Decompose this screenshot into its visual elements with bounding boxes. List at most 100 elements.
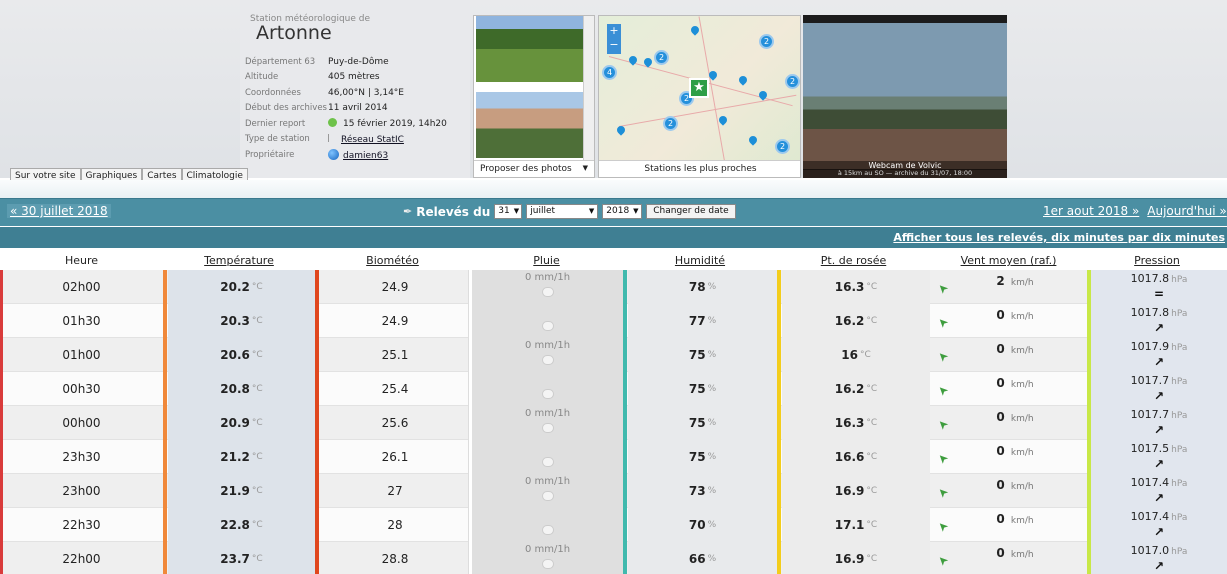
info-row-proprietaire: Propriétaire damien63: [245, 147, 447, 163]
cell-point-de-rosee: 16 °C: [782, 338, 930, 372]
owner-value: damien63: [343, 150, 389, 161]
dew-value: 16.3: [834, 280, 865, 294]
station-name: Artonne: [256, 22, 332, 44]
map-cluster[interactable]: 2: [775, 139, 790, 154]
cell-heure: 00h00: [62, 416, 101, 430]
press-value: 1017.8: [1130, 306, 1170, 319]
column-header-temperature[interactable]: Température: [163, 254, 315, 267]
hum-value: 75: [688, 450, 706, 464]
bio-color-bar: [315, 508, 319, 542]
wind-direction-icon: ➤: [934, 382, 952, 400]
press-unit: hPa: [1171, 513, 1188, 523]
station-header: Station météorologique de Artonne Départ…: [0, 0, 1227, 184]
month-select[interactable]: juillet ▼: [526, 204, 599, 219]
hum-color-bar: [623, 372, 627, 406]
column-header-biometeo[interactable]: Biométéo: [315, 254, 470, 267]
map-pin-icon[interactable]: [747, 134, 759, 146]
day-select[interactable]: 31 ▼: [494, 204, 523, 219]
column-header-pression[interactable]: Pression: [1087, 254, 1227, 267]
zoom-out-icon[interactable]: −: [609, 38, 618, 51]
column-header-point-de-rosee[interactable]: Pt. de rosée: [777, 254, 930, 267]
cell-biometeo: 26.1: [381, 450, 409, 464]
dew-color-bar: [777, 338, 781, 372]
show-all-records-link[interactable]: Afficher tous les relevés, dix minutes p…: [893, 231, 1225, 244]
column-header-humidite[interactable]: Humidité: [623, 254, 777, 267]
show-all-bar: Afficher tous les relevés, dix minutes p…: [0, 227, 1227, 248]
wind-value: 0: [996, 512, 1005, 526]
map-pin-icon[interactable]: [717, 114, 729, 126]
temp-color-bar: [163, 474, 167, 508]
cell-point-de-rosee: 17.1 °C: [782, 508, 930, 542]
station-photo[interactable]: [476, 92, 583, 158]
hum-value: 75: [688, 382, 706, 396]
zoom-in-icon[interactable]: +: [609, 24, 618, 37]
rain-amount: 0: [524, 476, 532, 487]
map-zoom-control[interactable]: + −: [607, 24, 621, 54]
cell-humidite: 75%: [628, 440, 777, 474]
map-pin-icon[interactable]: [737, 74, 749, 86]
wind-unit: km/h: [1010, 550, 1034, 560]
info-row-altitude: Altitude 405 mètres: [245, 70, 447, 86]
nearby-stations-map[interactable]: + − 2 2 4 2 2 2 2 ★ Stations les plus pro…: [598, 15, 801, 178]
info-label: Propriétaire: [245, 149, 295, 160]
bio-color-bar: [315, 338, 319, 372]
map-pin-icon[interactable]: [615, 124, 627, 136]
cell-temperature: 20.2 °C: [168, 270, 315, 304]
pencil-icon: ✒: [403, 205, 413, 218]
temp-value: 20.6: [220, 348, 250, 362]
column-header-heure: Heure: [64, 254, 99, 267]
dew-color-bar: [777, 406, 781, 440]
map-cluster[interactable]: 2: [759, 34, 774, 49]
owner-link[interactable]: damien63: [328, 148, 389, 161]
online-status-icon: [328, 118, 337, 128]
info-label: Département 63: [245, 56, 316, 67]
dew-color-bar: [777, 440, 781, 474]
today-link[interactable]: Aujourd'hui »: [1147, 204, 1226, 218]
hum-color-bar: [623, 542, 627, 574]
map-pin-icon[interactable]: [689, 24, 701, 36]
hum-value: 73: [688, 484, 706, 498]
wind-value: 2: [996, 274, 1005, 288]
cell-vent: 0 km/h: [965, 444, 1065, 458]
hum-value: 66: [688, 552, 706, 566]
map-cluster[interactable]: 2: [785, 74, 800, 89]
hum-unit: %: [707, 384, 717, 394]
press-value: 1017.4: [1130, 510, 1170, 523]
chevron-down-icon: ▼: [588, 207, 595, 215]
rain-gauge-icon: [542, 287, 554, 297]
wind-direction-icon: ➤: [934, 348, 952, 366]
change-date-button[interactable]: Changer de date: [646, 204, 736, 219]
propose-photos-select[interactable]: Proposer des photos ▼: [474, 160, 594, 177]
year-select[interactable]: 2018 ▼: [602, 204, 643, 219]
rain-gauge-icon: [542, 457, 554, 467]
cell-vent: 0 km/h: [965, 478, 1065, 492]
map-cluster[interactable]: 2: [654, 50, 669, 65]
pressure-trend-icon: ↗: [1153, 491, 1165, 505]
cell-temperature: 22.8 °C: [168, 508, 315, 542]
station-photo[interactable]: [476, 16, 583, 82]
rain-gauge-icon: [542, 559, 554, 569]
cell-biometeo: 28: [387, 518, 403, 532]
wind-value: 0: [996, 410, 1005, 424]
month-value: juillet: [530, 206, 556, 216]
wind-unit: km/h: [1010, 312, 1034, 322]
next-day-link[interactable]: 1er aout 2018 »: [1043, 204, 1139, 218]
dew-unit: °C: [866, 486, 878, 496]
photos-scrollbar[interactable]: [583, 16, 594, 164]
column-header-vent[interactable]: Vent moyen (raf.): [930, 254, 1087, 267]
globe-icon: [328, 148, 339, 160]
hum-color-bar: [623, 270, 627, 304]
dew-value: 17.1: [834, 518, 865, 532]
dew-color-bar: [777, 270, 781, 304]
webcam-image[interactable]: Webcam de Volvic à 15km au SO — archive …: [803, 15, 1007, 178]
current-station-star-icon[interactable]: ★: [689, 78, 709, 98]
cell-heure: 02h00: [62, 280, 101, 294]
bio-color-bar: [315, 406, 319, 440]
column-header-pluie[interactable]: Pluie: [470, 254, 623, 267]
previous-day-link[interactable]: « 30 juillet 2018: [7, 204, 111, 218]
map-cluster[interactable]: 4: [602, 65, 617, 80]
info-row-dernier-report: Dernier report 15 février 2019, 14h20: [245, 116, 447, 132]
map-cluster[interactable]: 2: [663, 116, 678, 131]
station-type-link[interactable]: Réseau StatIC: [328, 133, 404, 145]
temp-unit: °C: [251, 418, 263, 428]
